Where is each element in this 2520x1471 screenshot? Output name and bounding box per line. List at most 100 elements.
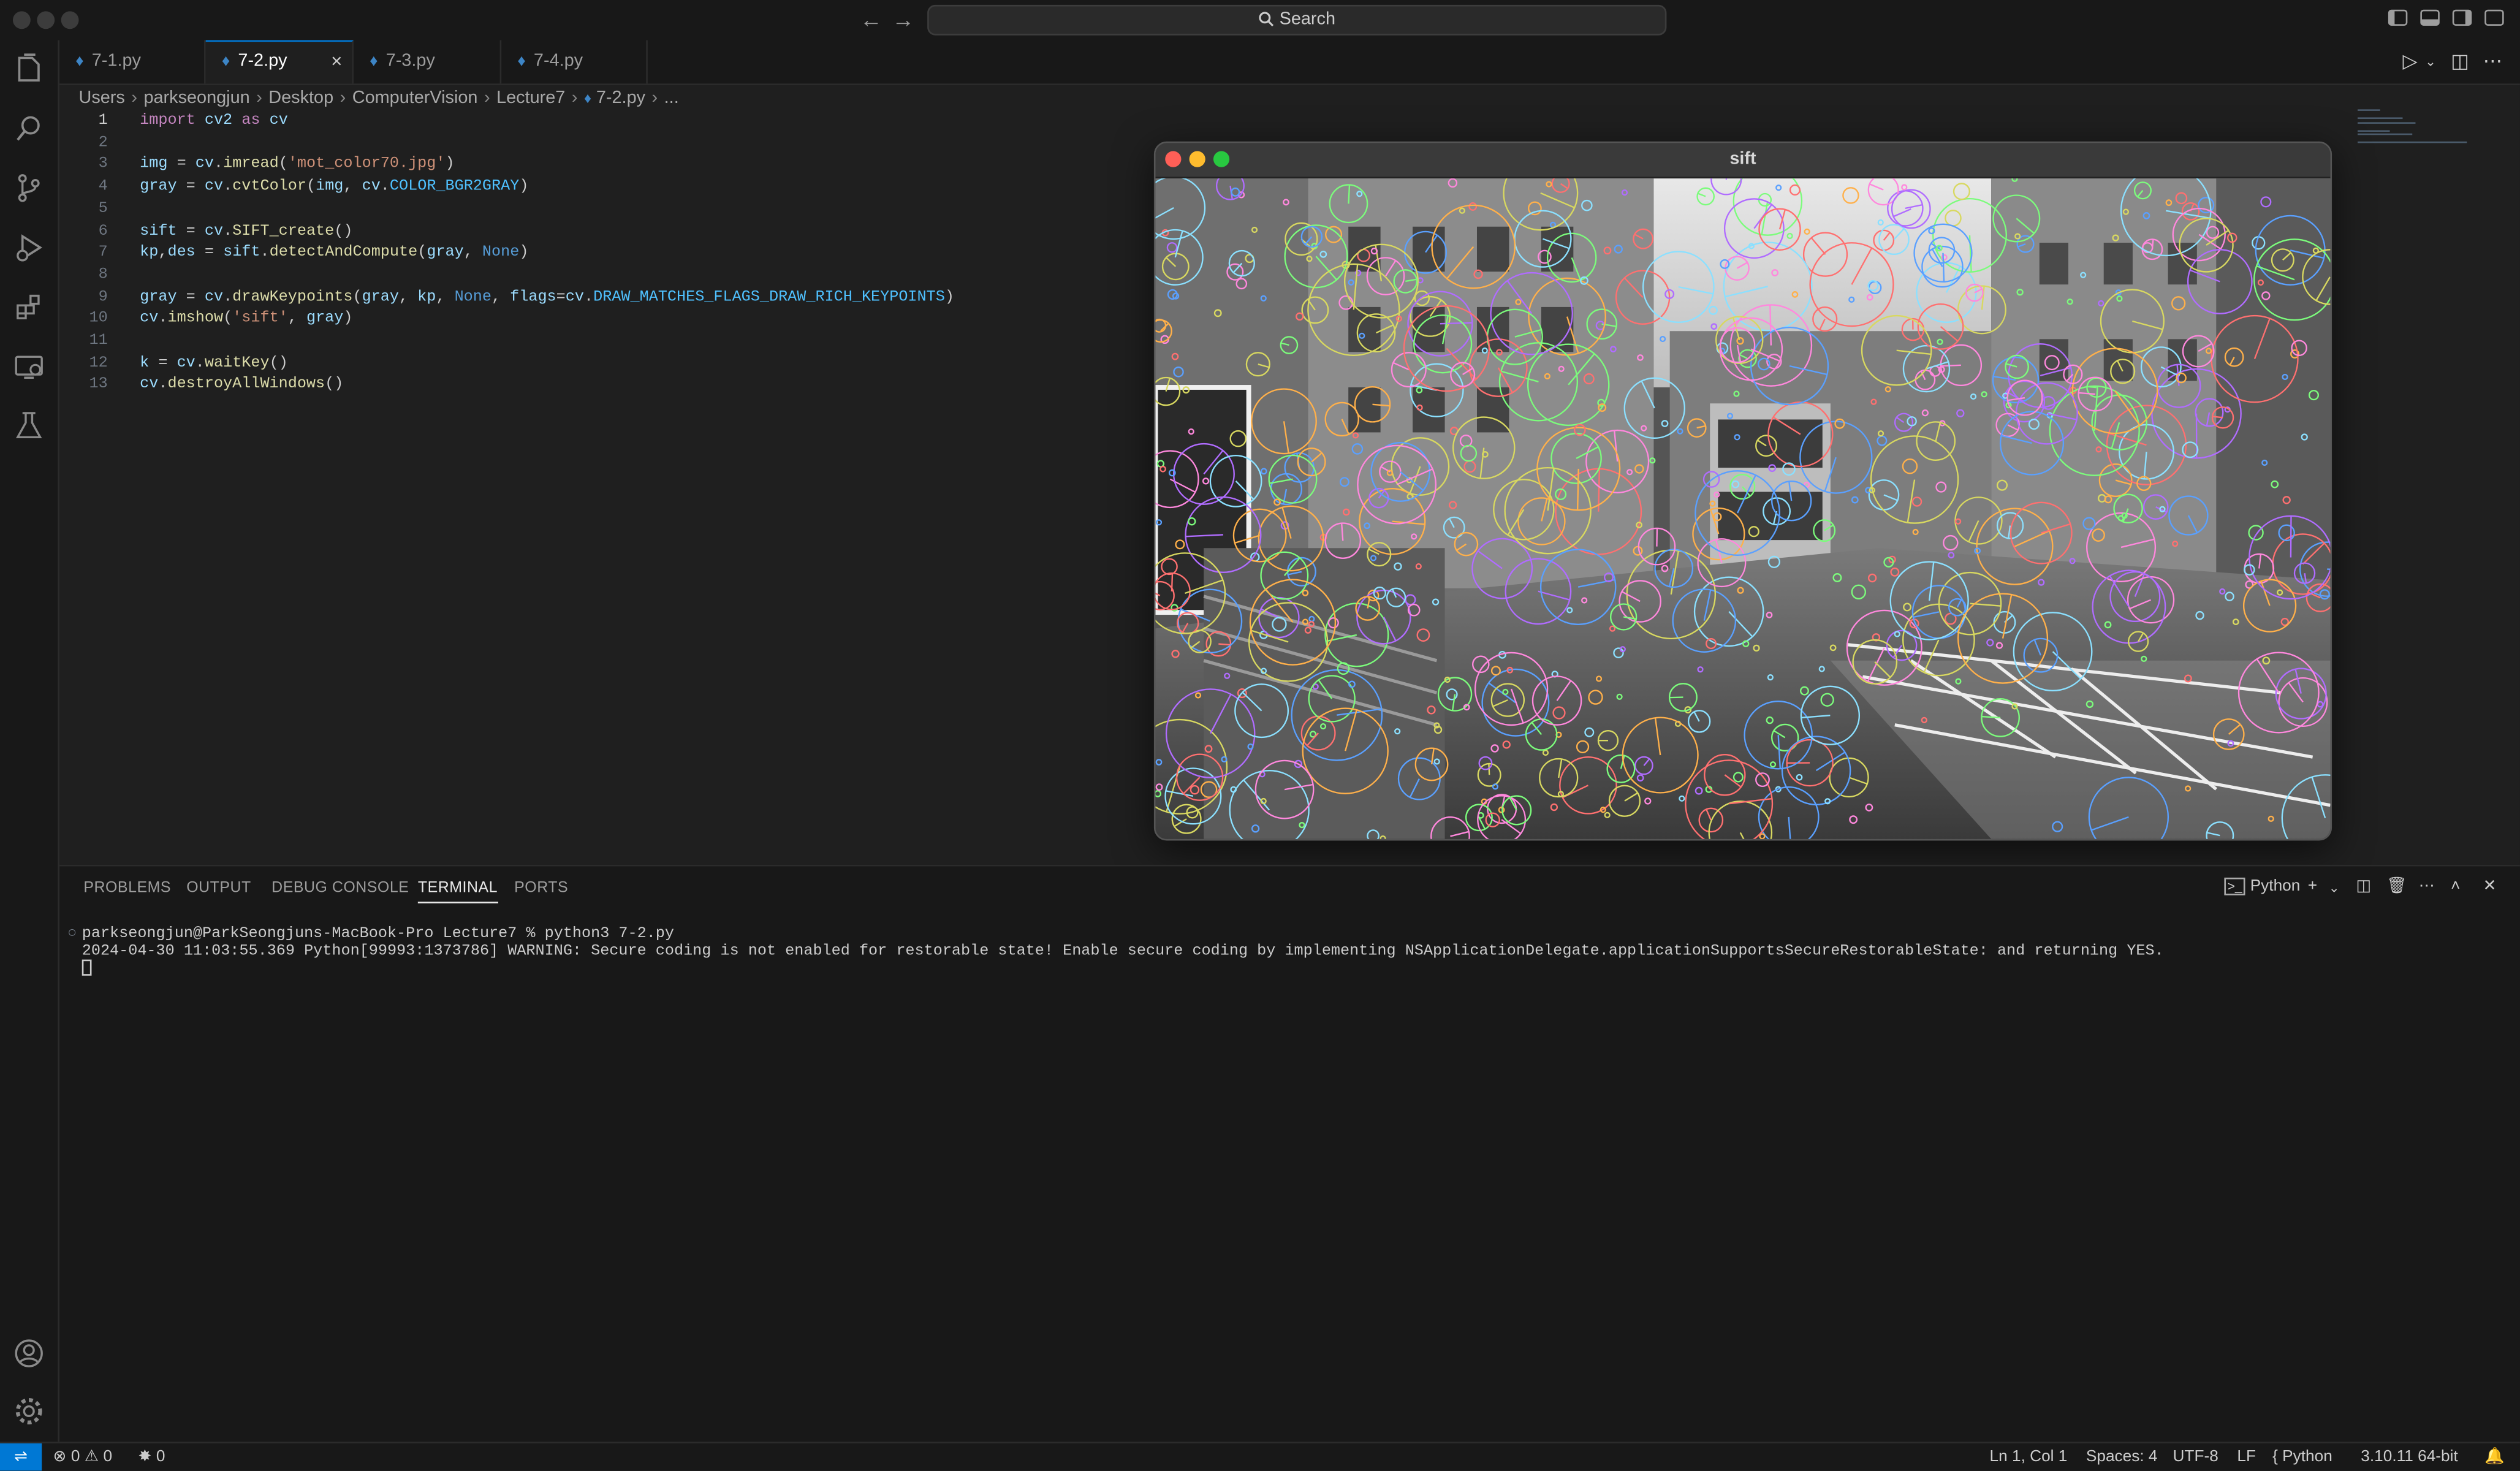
- close-icon[interactable]: ✕: [2483, 878, 2497, 895]
- chevron-right-icon: ›: [256, 88, 262, 108]
- chevron-down-icon[interactable]: ⌄: [2329, 881, 2340, 895]
- window-minimize-button[interactable]: [37, 11, 55, 29]
- trash-icon[interactable]: 🗑: [2386, 878, 2407, 895]
- editor-tabs: ♦ 7-1.py ♦ 7-2.py × ♦ 7-3.py ♦ 7-4.py ▷ ⌄ ◫ ⋯: [59, 40, 2520, 85]
- manage-gear-icon[interactable]: [13, 1395, 45, 1427]
- tab-7-2[interactable]: ♦ 7-2.py ×: [205, 40, 354, 84]
- search-icon: [1259, 12, 1274, 27]
- sift-window-title-text: sift: [1729, 149, 1756, 169]
- tab-terminal[interactable]: TERMINAL: [417, 879, 498, 903]
- maximize-panel-icon[interactable]: ˄: [2451, 878, 2460, 895]
- python-file-icon: ♦: [221, 53, 230, 71]
- warning-count: 0: [103, 1448, 113, 1466]
- window-minimize-button[interactable]: [1189, 151, 1205, 167]
- breadcrumb-item[interactable]: ...: [664, 88, 679, 107]
- terminal-output[interactable]: ○ parkseongjun@ParkSeongjuns-MacBook-Pro …: [67, 924, 2164, 979]
- line-number: 1: [98, 110, 108, 129]
- command-decoration-icon: ○: [67, 924, 77, 942]
- minimap[interactable]: [2358, 109, 2470, 158]
- run-python-file-icon[interactable]: ▷: [2402, 50, 2417, 72]
- line-number: 13: [89, 375, 108, 393]
- breadcrumb-item[interactable]: ComputerVision: [352, 88, 478, 107]
- terminal-icon: >_: [2224, 877, 2245, 895]
- cursor-position[interactable]: Ln 1, Col 1: [1990, 1443, 2068, 1471]
- extensions-icon[interactable]: [13, 291, 45, 323]
- breadcrumb-item[interactable]: 7-2.py: [596, 88, 645, 107]
- code-line: cv.destroyAllWindows(): [140, 375, 344, 393]
- breadcrumb-item[interactable]: Lecture7: [496, 88, 565, 107]
- error-icon: ⊗: [53, 1448, 67, 1466]
- language-label: Python: [2282, 1448, 2332, 1466]
- bottom-panel: PROBLEMS OUTPUT DEBUG CONSOLE TERMINAL P…: [59, 864, 2520, 1443]
- tab-problems[interactable]: PROBLEMS: [83, 879, 171, 897]
- tab-7-4[interactable]: ♦ 7-4.py: [501, 40, 648, 84]
- new-terminal-icon[interactable]: +: [2308, 878, 2317, 895]
- split-terminal-icon[interactable]: ◫: [2356, 878, 2371, 895]
- toggle-secondary-sidebar-icon[interactable]: [2452, 9, 2472, 26]
- toggle-panel-icon[interactable]: [2420, 9, 2440, 26]
- split-editor-icon[interactable]: ◫: [2451, 50, 2469, 72]
- breadcrumb-item[interactable]: parkseongjun: [143, 88, 249, 107]
- window-close-button[interactable]: [12, 11, 31, 29]
- chevron-down-icon[interactable]: ⌄: [2425, 55, 2436, 69]
- language-mode[interactable]: { Python: [2272, 1443, 2332, 1471]
- testing-icon[interactable]: [13, 410, 45, 442]
- python-interpreter[interactable]: 3.10.11 64-bit: [2361, 1443, 2457, 1471]
- breadcrumb-item[interactable]: Desktop: [268, 88, 333, 107]
- remote-indicator-icon[interactable]: ⇌: [0, 1443, 42, 1471]
- tab-label: 7-3.py: [385, 51, 435, 71]
- problems-status[interactable]: ⊗ 0 ⚠ 0: [53, 1443, 113, 1471]
- window-close-button[interactable]: [1165, 151, 1182, 167]
- search-icon[interactable]: [13, 113, 45, 145]
- end-of-line[interactable]: LF: [2237, 1443, 2256, 1471]
- chevron-right-icon: ›: [571, 88, 578, 108]
- tab-7-3[interactable]: ♦ 7-3.py: [354, 40, 502, 84]
- window-zoom-button[interactable]: [61, 11, 79, 29]
- command-center-search[interactable]: Search: [927, 4, 1667, 36]
- explorer-icon[interactable]: [13, 53, 45, 85]
- python-file-icon: ♦: [75, 53, 84, 71]
- terminal-profile-label: Python: [2250, 877, 2301, 895]
- status-bar: ⇌ ⊗ 0 ⚠ 0 ✸ 0 Ln 1, Col 1 Spaces: 4 UTF-…: [0, 1442, 2520, 1471]
- accounts-icon[interactable]: [13, 1337, 45, 1369]
- arrow-left-icon[interactable]: ←: [860, 6, 882, 32]
- bell-icon[interactable]: 🔔: [2484, 1443, 2505, 1471]
- search-label: Search: [1279, 9, 1336, 29]
- terminal-line: parkseongjun@ParkSeongjuns-MacBook-Pro L…: [82, 924, 675, 942]
- code-line: gray = cv.drawKeypoints(gray, kp, None, …: [140, 287, 954, 305]
- line-number: 11: [89, 331, 108, 349]
- broadcast-icon: ✸: [138, 1448, 152, 1466]
- source-control-icon[interactable]: [13, 172, 45, 204]
- tab-label: 7-1.py: [91, 51, 141, 71]
- arrow-right-icon[interactable]: →: [892, 6, 914, 32]
- tab-ports[interactable]: PORTS: [514, 879, 568, 897]
- activity-bar: [0, 40, 60, 1442]
- toggle-primary-sidebar-icon[interactable]: [2388, 9, 2408, 26]
- terminal-profile[interactable]: >_ Python: [2224, 877, 2301, 895]
- python-file-icon: ♦: [583, 89, 592, 107]
- sift-window[interactable]: sift: [1153, 141, 2332, 841]
- line-number: 10: [89, 309, 108, 327]
- encoding[interactable]: UTF-8: [2173, 1443, 2218, 1471]
- run-debug-icon[interactable]: [13, 232, 45, 264]
- code-line: img = cv.imread('mot_color70.jpg'): [140, 154, 455, 173]
- breadcrumb-item[interactable]: Users: [78, 88, 124, 107]
- more-actions-icon[interactable]: ⋯: [2419, 878, 2435, 895]
- braces-icon: {: [2272, 1448, 2278, 1466]
- window-zoom-button[interactable]: [1213, 151, 1230, 167]
- code-line: k = cv.waitKey(): [140, 353, 288, 371]
- code-line: sift = cv.SIFT_create(): [140, 221, 353, 239]
- line-number: 6: [98, 221, 108, 239]
- tab-7-1[interactable]: ♦ 7-1.py: [59, 40, 206, 84]
- chevron-right-icon: ›: [484, 88, 490, 108]
- tab-output[interactable]: OUTPUT: [186, 879, 251, 897]
- customize-layout-icon[interactable]: [2484, 9, 2504, 26]
- more-actions-icon[interactable]: ⋯: [2483, 50, 2502, 72]
- code-line: cv.imshow('sift', gray): [140, 309, 353, 327]
- ports-status[interactable]: ✸ 0: [139, 1443, 165, 1471]
- indentation[interactable]: Spaces: 4: [2086, 1443, 2158, 1471]
- tab-debug-console[interactable]: DEBUG CONSOLE: [271, 879, 409, 897]
- close-icon[interactable]: ×: [331, 42, 342, 82]
- python-file-icon: ♦: [517, 53, 526, 71]
- remote-explorer-icon[interactable]: [13, 351, 45, 382]
